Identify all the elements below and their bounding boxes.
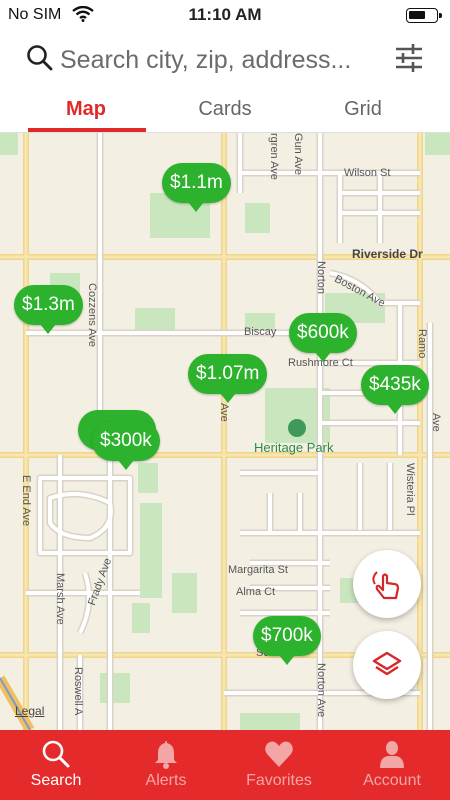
- street-label: Ramo: [416, 329, 428, 359]
- filter-sliders-icon[interactable]: [394, 42, 424, 79]
- map-view[interactable]: Wilson St Riverside Dr Boston Ave Biscay…: [0, 133, 450, 730]
- park-label: Heritage Park: [254, 440, 334, 455]
- street-label: E End Ave: [20, 475, 32, 527]
- hand-draw-icon: [372, 571, 400, 600]
- legal-link[interactable]: Legal: [15, 704, 44, 718]
- nav-search[interactable]: Search: [0, 730, 112, 800]
- street-label: Wisteria Pl: [404, 463, 416, 516]
- battery-icon: [406, 8, 442, 23]
- nav-label: Alerts: [145, 772, 187, 789]
- street-label: Roswell A: [72, 667, 84, 716]
- nav-account[interactable]: Account: [336, 730, 448, 800]
- clock: 11:10 AM: [188, 5, 262, 24]
- park-icon: [288, 419, 306, 437]
- street-label: Gun Ave: [292, 133, 304, 175]
- bottom-tab-bar: Search Alerts Favorites Account: [0, 730, 450, 800]
- bell-icon: [155, 741, 177, 769]
- street-label: Margarita St: [228, 564, 288, 576]
- layers-icon: [372, 651, 402, 676]
- nav-favorites[interactable]: Favorites: [223, 730, 335, 800]
- tab-map[interactable]: Map: [11, 98, 161, 121]
- street-label: Wilson St: [344, 167, 391, 179]
- nav-alerts[interactable]: Alerts: [110, 730, 222, 800]
- street-label: Biscay: [244, 326, 277, 338]
- heart-icon: [265, 741, 293, 767]
- view-tabs: Map Cards Grid: [0, 90, 450, 133]
- street-label: Norton Ave: [315, 663, 327, 718]
- status-bar: No SIM 11:10 AM: [0, 0, 450, 30]
- price-pin[interactable]: $1.3m: [14, 285, 83, 334]
- street-label: Ave: [218, 403, 230, 422]
- search-icon: [26, 44, 54, 77]
- draw-search-button[interactable]: [353, 550, 421, 618]
- street-label: Norton: [315, 261, 327, 295]
- street-label: Cozzens Ave: [86, 283, 98, 348]
- tab-cards[interactable]: Cards: [150, 98, 300, 121]
- nav-label: Account: [363, 772, 421, 789]
- tab-grid[interactable]: Grid: [288, 98, 438, 121]
- price-pin[interactable]: $700k: [253, 616, 321, 665]
- street-label: Ave: [430, 413, 442, 432]
- person-icon: [380, 741, 404, 768]
- price-pin[interactable]: $1.1m: [162, 163, 231, 212]
- search-bar[interactable]: Search city, zip, address...: [0, 32, 450, 88]
- street-label: rgren Ave: [268, 133, 280, 180]
- nav-label: Search: [30, 772, 82, 789]
- price-pin[interactable]: $1.07m: [188, 354, 268, 403]
- search-icon: [42, 740, 70, 768]
- price-pin[interactable]: $600k: [289, 313, 357, 362]
- street-label: Alma Ct: [236, 586, 276, 598]
- map-layers-button[interactable]: [353, 631, 421, 699]
- price-pin[interactable]: $435k: [361, 365, 429, 414]
- street-label: Marsh Ave: [54, 573, 66, 625]
- search-input[interactable]: Search city, zip, address...: [60, 46, 351, 75]
- street-label: Riverside Dr: [352, 247, 423, 261]
- price-pin[interactable]: $300k: [92, 421, 160, 470]
- nav-label: Favorites: [246, 772, 312, 789]
- active-tab-indicator: [28, 128, 146, 132]
